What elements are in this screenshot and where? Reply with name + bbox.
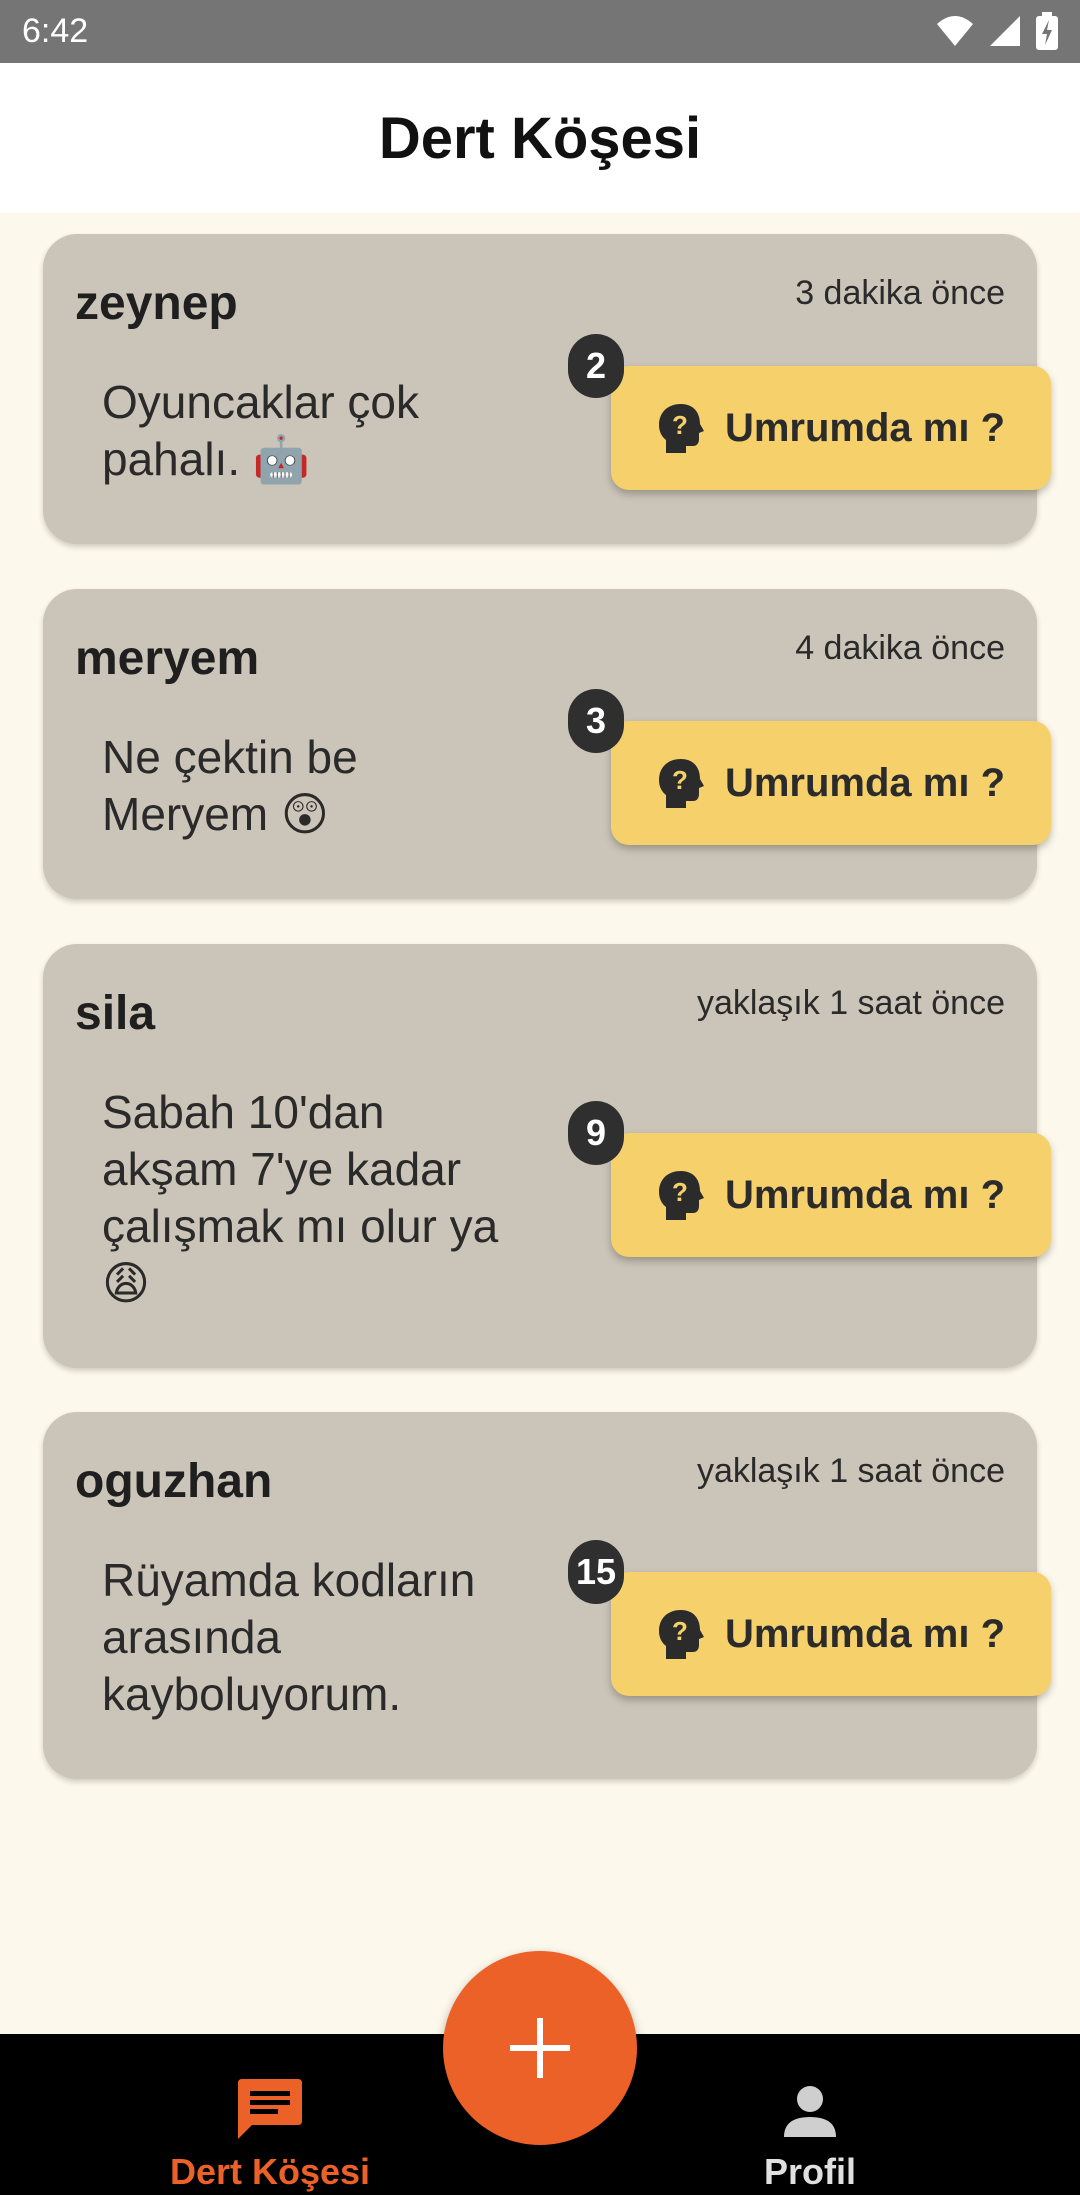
post-card: oguzhan yaklaşık 1 saat önce Rüyamda kod… <box>43 1412 1051 1779</box>
care-button[interactable]: ? Umrumda mı ? <box>611 1572 1051 1696</box>
status-icons <box>936 12 1058 50</box>
post-time: yaklaşık 1 saat önce <box>696 1452 1005 1490</box>
care-count-badge: 2 <box>568 334 624 398</box>
head-question-icon: ? <box>658 1610 704 1659</box>
wifi-icon <box>937 16 973 46</box>
care-count-badge: 9 <box>568 1101 624 1165</box>
care-count-badge: 3 <box>568 689 624 753</box>
care-button[interactable]: ? Umrumda mı ? <box>611 1133 1051 1257</box>
post-card: sila yaklaşık 1 saat önce Sabah 10'dan a… <box>43 944 1051 1368</box>
person-icon <box>784 2086 836 2137</box>
post-time: yaklaşık 1 saat önce <box>696 984 1005 1022</box>
care-button-label: Umrumda mı ? <box>724 1172 1006 1217</box>
svg-text:?: ? <box>672 1616 688 1646</box>
svg-text:?: ? <box>672 410 688 440</box>
head-question-icon: ? <box>658 759 704 808</box>
post-card: meryem 4 dakika önce Ne çektin be Meryem… <box>43 589 1051 899</box>
svg-text:?: ? <box>672 1177 688 1207</box>
post-time: 4 dakika önce <box>795 629 1005 667</box>
nav-item-dert-kosesi[interactable]: Dert Köşesi <box>90 2034 450 2195</box>
care-button-label: Umrumda mı ? <box>724 1611 1006 1656</box>
post-username: sila <box>75 987 156 1040</box>
post-text: Ne çektin be Meryem 😲 <box>102 731 358 840</box>
plus-icon <box>510 2018 570 2078</box>
post-text: Rüyamda kodların arasında kayboluyorum. <box>102 1554 476 1720</box>
post-text: Sabah 10'dan akşam 7'ye kadar çalışmak m… <box>102 1086 499 1309</box>
status-bar: 6:42 <box>0 0 1080 63</box>
status-time: 6:42 <box>22 12 89 50</box>
nav-label-profil: Profil <box>763 2151 856 2192</box>
nav-item-profil[interactable]: Profil <box>630 2034 990 2195</box>
post-text: Oyuncaklar çok pahalı. 🤖 <box>102 376 420 485</box>
care-button-label: Umrumda mı ? <box>724 405 1006 450</box>
care-button[interactable]: ? Umrumda mı ? <box>611 721 1051 845</box>
post-time: 3 dakika önce <box>795 274 1005 312</box>
battery-icon <box>1036 12 1058 50</box>
chat-icon <box>238 2079 302 2139</box>
care-button-label: Umrumda mı ? <box>724 760 1006 805</box>
care-count-badge: 15 <box>568 1540 625 1604</box>
head-question-icon: ? <box>658 404 704 453</box>
care-button[interactable]: ? Umrumda mı ? <box>611 366 1051 490</box>
add-post-button[interactable] <box>443 1951 637 2145</box>
svg-text:?: ? <box>672 765 688 795</box>
post-username: zeynep <box>75 277 238 330</box>
app-bar: Dert Köşesi <box>0 63 1080 213</box>
post-card: zeynep 3 dakika önce Oyuncaklar çok paha… <box>43 234 1051 544</box>
nav-label-dert-kosesi: Dert Köşesi <box>169 2151 371 2192</box>
signal-icon <box>990 16 1020 46</box>
post-username: oguzhan <box>75 1455 273 1508</box>
post-username: meryem <box>75 632 260 685</box>
page-title: Dert Köşesi <box>378 105 702 171</box>
head-question-icon: ? <box>658 1171 704 1220</box>
